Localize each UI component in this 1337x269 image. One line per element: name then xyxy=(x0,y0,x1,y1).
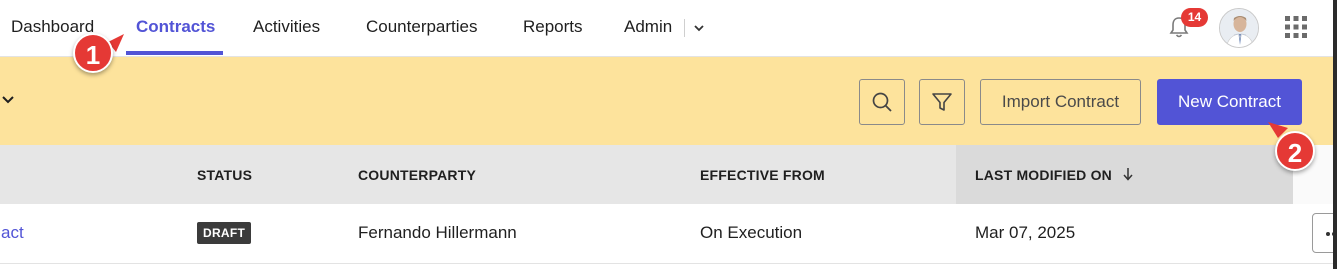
top-nav: Dashboard Contracts Activities Counterpa… xyxy=(0,0,1337,57)
chevron-down-icon[interactable] xyxy=(1,93,15,107)
nav-reports[interactable]: Reports xyxy=(523,17,583,37)
nav-counterparties[interactable]: Counterparties xyxy=(366,17,478,37)
sort-down-icon[interactable] xyxy=(1122,166,1134,182)
step-marker-2: 2 xyxy=(1275,131,1315,171)
step-marker-1: 1 xyxy=(73,33,113,73)
last-modified-cell: Mar 07, 2025 xyxy=(975,223,1076,242)
nav-admin[interactable]: Admin xyxy=(624,17,672,37)
search-button[interactable] xyxy=(859,79,905,125)
window-edge xyxy=(1333,0,1337,269)
nav-activities[interactable]: Activities xyxy=(253,17,320,37)
column-header-counterparty[interactable]: COUNTERPARTY xyxy=(358,167,476,183)
chevron-down-icon[interactable] xyxy=(692,21,706,35)
import-contract-button[interactable]: Import Contract xyxy=(980,79,1141,125)
status-badge: DRAFT xyxy=(197,222,252,244)
nav-divider xyxy=(684,19,685,37)
nav-contracts[interactable]: Contracts xyxy=(136,17,215,37)
effective-from-cell: On Execution xyxy=(700,223,803,242)
column-header-effective-from[interactable]: EFFECTIVE FROM xyxy=(700,167,825,183)
counterparty-cell: Fernando Hillermann xyxy=(358,223,517,242)
column-header-last-modified[interactable]: LAST MODIFIED ON xyxy=(975,167,1112,183)
contract-name-link[interactable]: act xyxy=(1,223,24,243)
column-header-status[interactable]: STATUS xyxy=(197,167,252,183)
avatar[interactable] xyxy=(1219,8,1259,48)
filter-icon xyxy=(932,93,952,111)
nav-dashboard[interactable]: Dashboard xyxy=(11,17,94,37)
search-icon xyxy=(872,92,892,112)
contracts-toolbar: Import Contract New Contract xyxy=(0,57,1337,145)
notification-badge: 14 xyxy=(1181,8,1208,27)
filter-button[interactable] xyxy=(919,79,965,125)
apps-grid-icon[interactable] xyxy=(1285,16,1307,38)
active-tab-indicator xyxy=(126,51,223,55)
